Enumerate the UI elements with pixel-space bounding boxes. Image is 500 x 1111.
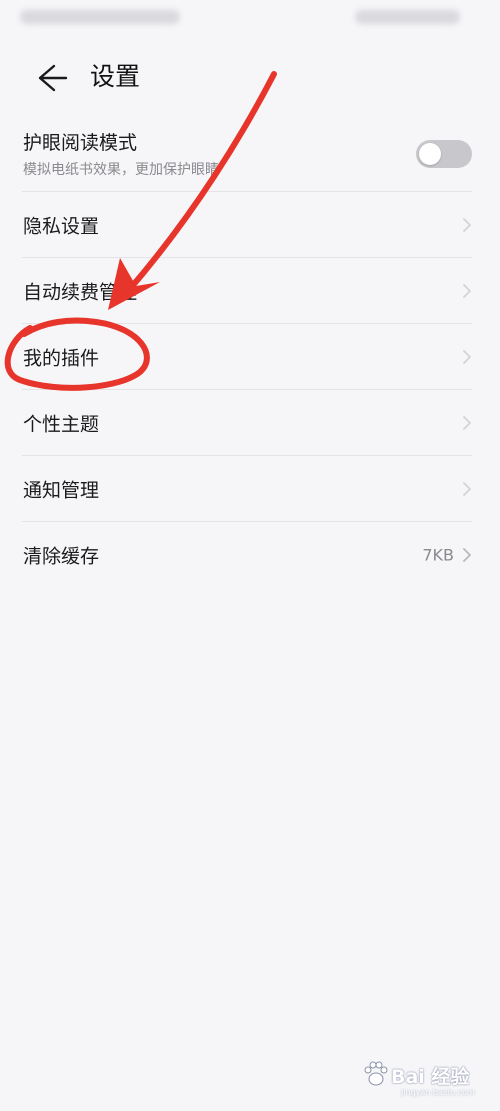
settings-item-label: 我的插件 [23,347,100,370]
cache-size-value: 7KB [422,545,454,565]
paw-logo-icon [364,1061,388,1086]
header: 设置 [0,50,500,104]
settings-item-label: 隐私设置 [23,215,100,238]
chevron-right-icon [463,482,471,496]
status-bar [0,0,500,40]
settings-item-label: 个性主题 [23,413,100,436]
settings-list: 护眼阅读模式 模拟电纸书效果，更加保护眼睛 隐私设置 自动续费管理 我的插件 个… [0,118,500,588]
status-bar-right-blurred [355,10,460,24]
settings-row-auto-renew[interactable]: 自动续费管理 [0,258,500,324]
page-title: 设置 [90,62,141,91]
eye-mode-label: 护眼阅读模式 [23,132,138,154]
settings-row-privacy[interactable]: 隐私设置 [0,192,500,258]
back-button[interactable] [30,58,70,98]
chevron-right-icon [463,548,471,562]
settings-row-notifications[interactable]: 通知管理 [0,456,500,522]
status-bar-left-blurred [20,10,180,24]
settings-row-clear-cache[interactable]: 清除缓存 7KB [0,522,500,588]
settings-row-eye-mode: 护眼阅读模式 模拟电纸书效果，更加保护眼睛 [0,118,500,192]
settings-row-theme[interactable]: 个性主题 [0,390,500,456]
chevron-right-icon [463,218,471,232]
eye-mode-description: 模拟电纸书效果，更加保护眼睛 [23,162,219,178]
chevron-right-icon [463,416,471,430]
baidu-jingyan-watermark: Bai 经验 jingyan.baidu.com [363,1058,493,1104]
eye-mode-toggle[interactable] [416,140,472,168]
arrow-left-icon [38,64,68,92]
chevron-right-icon [463,350,471,364]
settings-row-my-plugins[interactable]: 我的插件 [0,324,500,390]
chevron-right-icon [463,284,471,298]
watermark-text: Bai 经验 [391,1066,470,1088]
watermark-url: jingyan.baidu.com [401,1088,475,1097]
settings-item-label: 通知管理 [23,479,100,502]
toggle-knob [419,143,441,165]
settings-item-label: 自动续费管理 [23,281,138,304]
settings-item-label: 清除缓存 [23,545,100,568]
